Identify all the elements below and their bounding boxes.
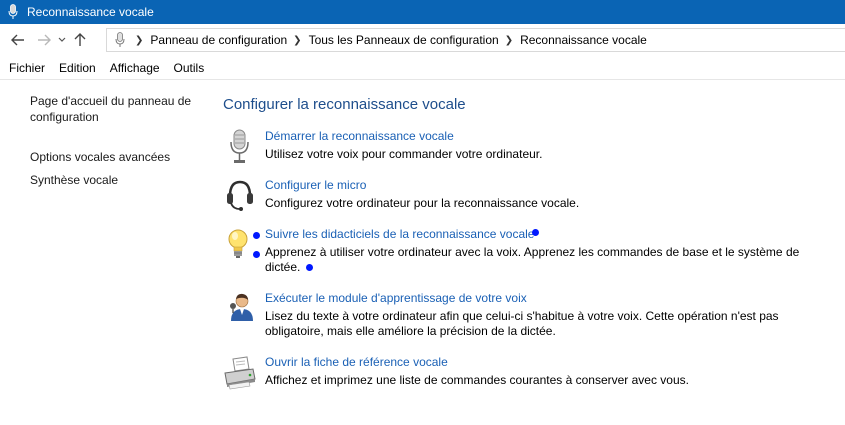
chevron-right-icon[interactable]: ❯ bbox=[135, 35, 143, 46]
address-row: ❯ Panneau de configuration ❯ Tous les Pa… bbox=[0, 24, 845, 56]
task-description: Apprenez à utiliser votre ordinateur ave… bbox=[265, 245, 800, 274]
configure-microphone-link[interactable]: Configurer le micro bbox=[265, 178, 366, 192]
printer-icon bbox=[223, 355, 257, 391]
marker-dot bbox=[253, 251, 260, 258]
breadcrumb-all-control-panel-items[interactable]: Tous les Panneaux de configuration bbox=[309, 33, 499, 47]
address-bar[interactable]: ❯ Panneau de configuration ❯ Tous les Pa… bbox=[106, 28, 845, 52]
menu-bar: Fichier Edition Affichage Outils bbox=[0, 57, 845, 80]
window-title: Reconnaissance vocale bbox=[27, 5, 154, 19]
microphone-icon bbox=[5, 4, 21, 20]
task-description: Configurez votre ordinateur pour la reco… bbox=[265, 196, 580, 210]
microphone-icon bbox=[111, 32, 129, 48]
speech-reference-card-link[interactable]: Ouvrir la fiche de référence vocale bbox=[265, 355, 448, 369]
marker-dot bbox=[305, 264, 313, 271]
forward-arrow-icon[interactable] bbox=[33, 29, 55, 51]
headset-icon bbox=[223, 178, 257, 214]
up-arrow-icon[interactable] bbox=[69, 29, 91, 51]
menu-outils[interactable]: Outils bbox=[174, 61, 205, 75]
task-description: Utilisez votre voix pour commander votre… bbox=[265, 147, 543, 161]
title-bar: Reconnaissance vocale bbox=[0, 0, 845, 24]
microphone-icon bbox=[223, 129, 257, 165]
main-content: Configurer la reconnaissance vocale Déma… bbox=[223, 96, 843, 390]
menu-fichier[interactable]: Fichier bbox=[9, 61, 45, 75]
task-description: Affichez et imprimez une liste de comman… bbox=[265, 373, 689, 387]
chevron-right-icon[interactable]: ❯ bbox=[505, 35, 513, 46]
sidebar-item-control-panel-home[interactable]: Page d'accueil du panneau de configurati… bbox=[30, 93, 205, 125]
chevron-right-icon[interactable]: ❯ bbox=[293, 35, 301, 46]
start-speech-recognition-link[interactable]: Démarrer la reconnaissance vocale bbox=[265, 129, 454, 143]
page-title: Configurer la reconnaissance vocale bbox=[223, 96, 466, 113]
breadcrumb-speech-recognition[interactable]: Reconnaissance vocale bbox=[520, 33, 647, 47]
menu-affichage[interactable]: Affichage bbox=[110, 61, 160, 75]
voice-training-link[interactable]: Exécuter le module d'apprentissage de vo… bbox=[265, 291, 527, 305]
left-pane: Page d'accueil du panneau de configurati… bbox=[30, 93, 205, 188]
lightbulb-icon bbox=[223, 227, 257, 263]
recent-locations-chevron-icon[interactable] bbox=[55, 29, 69, 51]
speech-tutorials-link[interactable]: Suivre les didacticiels de la reconnaiss… bbox=[265, 227, 534, 241]
voice-training-icon bbox=[223, 291, 257, 327]
menu-edition[interactable]: Edition bbox=[59, 61, 96, 75]
marker-dot bbox=[532, 229, 539, 236]
task-description: Lisez du texte à votre ordinateur afin q… bbox=[265, 309, 779, 338]
sidebar-item-advanced-speech-options[interactable]: Options vocales avancées bbox=[30, 149, 205, 165]
back-arrow-icon[interactable] bbox=[7, 29, 29, 51]
marker-dot bbox=[253, 232, 260, 239]
breadcrumb-control-panel[interactable]: Panneau de configuration bbox=[150, 33, 287, 47]
sidebar-item-text-to-speech[interactable]: Synthèse vocale bbox=[30, 172, 205, 188]
